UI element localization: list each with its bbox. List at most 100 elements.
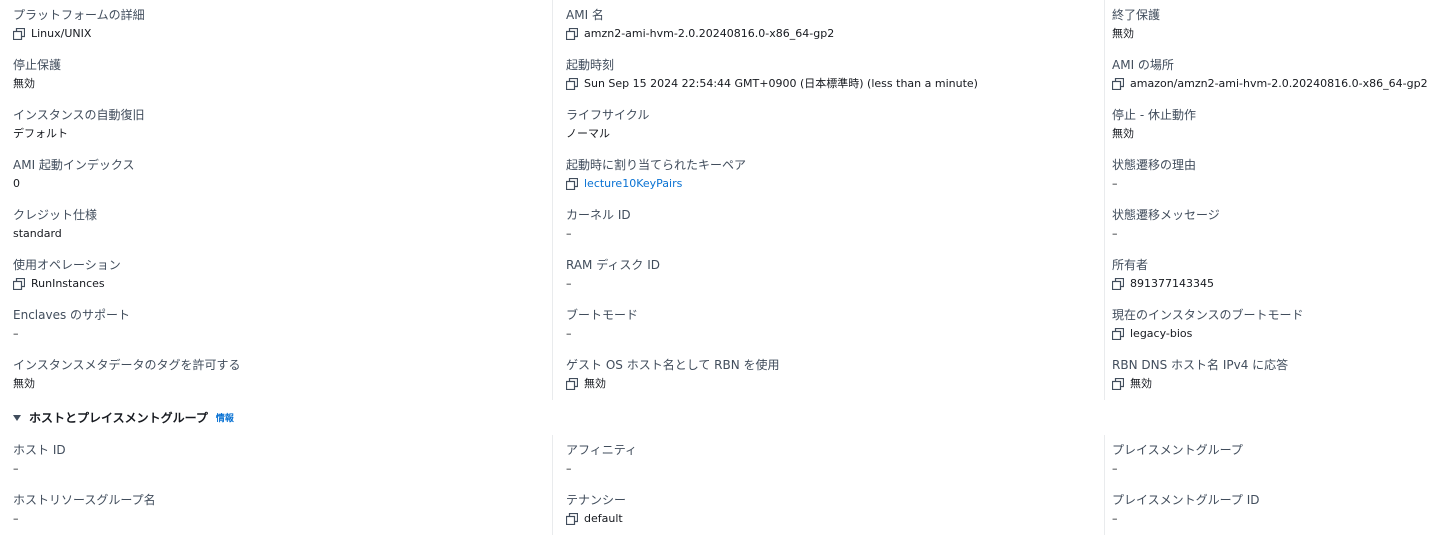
copy-icon[interactable] [13, 28, 25, 40]
field-placement-group: プレイスメントグループ – [1112, 435, 1442, 485]
field-value: Linux/UNIX [13, 26, 552, 42]
field-ami-launch-index: AMI 起動インデックス 0 [13, 150, 552, 200]
field-label: 停止保護 [13, 58, 62, 72]
field-value: – [13, 462, 19, 475]
field-label: 現在のインスタンスのブートモード [1112, 308, 1304, 322]
field-rbn-dns-ipv4: RBN DNS ホスト名 IPv4 に応答 無効 [1112, 350, 1442, 400]
field-label: ホストリソースグループ名 [13, 493, 156, 507]
field-label: 停止 - 休止動作 [1112, 108, 1196, 122]
copy-icon[interactable] [566, 28, 578, 40]
field-value: 無効 [13, 377, 35, 390]
field-value: 0 [13, 177, 20, 190]
field-label: AMI 起動インデックス [13, 158, 135, 172]
field-value: default [566, 511, 1104, 527]
details-column-1: プラットフォームの詳細 Linux/UNIX 停止保護 無効 インスタンスの自動… [0, 0, 552, 400]
copy-icon[interactable] [566, 78, 578, 90]
field-label: 所有者 [1112, 258, 1149, 272]
info-link[interactable]: 情報 [216, 411, 234, 424]
field-lifecycle: ライフサイクル ノーマル [566, 100, 1104, 150]
field-label: AMI の場所 [1112, 58, 1174, 72]
field-value: legacy-bios [1112, 326, 1442, 342]
field-value: 無効 [1112, 127, 1134, 140]
value-text: legacy-bios [1130, 327, 1193, 340]
field-label: 使用オペレーション [13, 258, 121, 272]
value-text: amazon/amzn2-ami-hvm-2.0.20240816.0-x86_… [1130, 77, 1428, 90]
host-column-1: ホスト ID – ホストリソースグループ名 – [0, 435, 552, 535]
value-text: 無効 [1130, 377, 1152, 390]
field-launch-time: 起動時刻 Sun Sep 15 2024 22:54:44 GMT+0900 (… [566, 50, 1104, 100]
field-auto-recovery: インスタンスの自動復旧 デフォルト [13, 100, 552, 150]
field-value: – [566, 227, 572, 240]
copy-icon[interactable] [566, 378, 578, 390]
field-value: 無効 [1112, 376, 1442, 392]
field-credit-specification: クレジット仕様 standard [13, 200, 552, 250]
field-value: Sun Sep 15 2024 22:54:44 GMT+0900 (日本標準時… [566, 76, 1104, 92]
field-label: カーネル ID [566, 208, 631, 222]
field-state-transition-reason: 状態遷移の理由 – [1112, 150, 1442, 200]
field-label: ホスト ID [13, 443, 66, 457]
copy-icon[interactable] [1112, 378, 1124, 390]
field-value: – [1112, 177, 1118, 190]
field-label: テナンシー [566, 493, 627, 507]
field-value: – [13, 512, 19, 525]
field-label: プレイスメントグループ ID [1112, 493, 1260, 507]
value-text: default [584, 512, 623, 525]
copy-icon[interactable] [13, 278, 25, 290]
field-termination-protection: 終了保護 無効 [1112, 0, 1442, 50]
field-label: RAM ディスク ID [566, 258, 660, 272]
field-usage-operation: 使用オペレーション RunInstances [13, 250, 552, 300]
details-column-3: 終了保護 無効 AMI の場所 amazon/amzn2-ami-hvm-2.0… [1104, 0, 1442, 400]
field-stop-hibernate-behavior: 停止 - 休止動作 無効 [1112, 100, 1442, 150]
copy-icon[interactable] [1112, 328, 1124, 340]
field-value: lecture10KeyPairs [566, 176, 1104, 192]
copy-icon[interactable] [566, 178, 578, 190]
field-label: 終了保護 [1112, 8, 1161, 22]
field-label: クレジット仕様 [13, 208, 98, 222]
field-value: RunInstances [13, 276, 552, 292]
details-column-2: AMI 名 amzn2-ami-hvm-2.0.20240816.0-x86_6… [552, 0, 1104, 400]
field-value: amzn2-ami-hvm-2.0.20240816.0-x86_64-gp2 [566, 26, 1104, 42]
value-text: amzn2-ami-hvm-2.0.20240816.0-x86_64-gp2 [584, 27, 835, 40]
copy-icon[interactable] [1112, 78, 1124, 90]
field-platform-details: プラットフォームの詳細 Linux/UNIX [13, 0, 552, 50]
field-use-rbn-as-hostname: ゲスト OS ホスト名として RBN を使用 無効 [566, 350, 1104, 400]
copy-icon[interactable] [566, 513, 578, 525]
field-value: – [1112, 512, 1118, 525]
field-kernel-id: カーネル ID – [566, 200, 1104, 250]
field-value: 無効 [13, 77, 35, 90]
field-value: – [566, 277, 572, 290]
field-value: amazon/amzn2-ami-hvm-2.0.20240816.0-x86_… [1112, 76, 1442, 92]
field-value: standard [13, 227, 62, 240]
field-affinity: アフィニティ – [566, 435, 1104, 485]
field-label: AMI 名 [566, 8, 604, 22]
field-label: RBN DNS ホスト名 IPv4 に応答 [1112, 358, 1289, 372]
value-text: RunInstances [31, 277, 105, 290]
field-label: インスタンスメタデータのタグを許可する [13, 358, 241, 372]
field-ram-disk-id: RAM ディスク ID – [566, 250, 1104, 300]
field-stop-protection: 停止保護 無効 [13, 50, 552, 100]
section-toggle-host-placement[interactable]: ホストとプレイスメントグループ 情報 [0, 400, 1442, 435]
host-placement-grid: ホスト ID – ホストリソースグループ名 – アフィニティ – テナンシー d… [0, 435, 1442, 535]
field-label: 状態遷移メッセージ [1112, 208, 1220, 222]
field-value: ノーマル [566, 127, 610, 140]
section-title: ホストとプレイスメントグループ [29, 411, 208, 425]
field-current-boot-mode: 現在のインスタンスのブートモード legacy-bios [1112, 300, 1442, 350]
field-host-id: ホスト ID – [13, 435, 552, 485]
field-owner: 所有者 891377143345 [1112, 250, 1442, 300]
field-value: デフォルト [13, 127, 68, 140]
key-pair-link[interactable]: lecture10KeyPairs [584, 176, 682, 192]
caret-down-icon [13, 414, 21, 421]
value-text: Sun Sep 15 2024 22:54:44 GMT+0900 (日本標準時… [584, 77, 978, 90]
field-value: – [566, 462, 572, 475]
field-placement-group-id: プレイスメントグループ ID – [1112, 485, 1442, 535]
host-column-2: アフィニティ – テナンシー default [552, 435, 1104, 535]
copy-icon[interactable] [1112, 278, 1124, 290]
field-ami-name: AMI 名 amzn2-ami-hvm-2.0.20240816.0-x86_6… [566, 0, 1104, 50]
field-label: 起動時刻 [566, 58, 615, 72]
field-value: 891377143345 [1112, 276, 1442, 292]
field-value: – [13, 327, 19, 340]
field-label: アフィニティ [566, 443, 638, 457]
field-label: ゲスト OS ホスト名として RBN を使用 [566, 358, 780, 372]
host-column-3: プレイスメントグループ – プレイスメントグループ ID – [1104, 435, 1442, 535]
field-value: – [1112, 462, 1118, 475]
